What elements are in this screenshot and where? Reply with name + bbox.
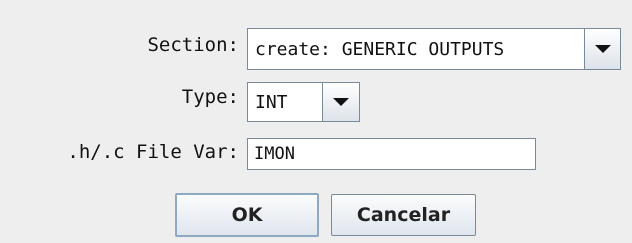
type-combo-arrow-button[interactable] bbox=[322, 83, 359, 121]
section-combo[interactable]: create: GENERIC OUTPUTS bbox=[247, 28, 621, 70]
file-var-input[interactable] bbox=[247, 138, 536, 170]
chevron-down-icon bbox=[594, 45, 611, 53]
file-var-label: .h/.c File Var: bbox=[67, 141, 239, 163]
section-combo-value: create: GENERIC OUTPUTS bbox=[255, 38, 505, 60]
cancel-button[interactable]: Cancelar bbox=[331, 194, 476, 236]
section-combo-arrow-button[interactable] bbox=[584, 29, 620, 69]
type-label: Type: bbox=[181, 86, 239, 108]
type-combo-value: INT bbox=[255, 91, 288, 113]
ok-button[interactable]: OK bbox=[175, 193, 319, 237]
type-combo[interactable]: INT bbox=[247, 82, 360, 122]
dialog: Section: create: GENERIC OUTPUTS Type: I… bbox=[0, 0, 632, 243]
chevron-down-icon bbox=[333, 98, 349, 106]
section-label: Section: bbox=[147, 34, 239, 56]
